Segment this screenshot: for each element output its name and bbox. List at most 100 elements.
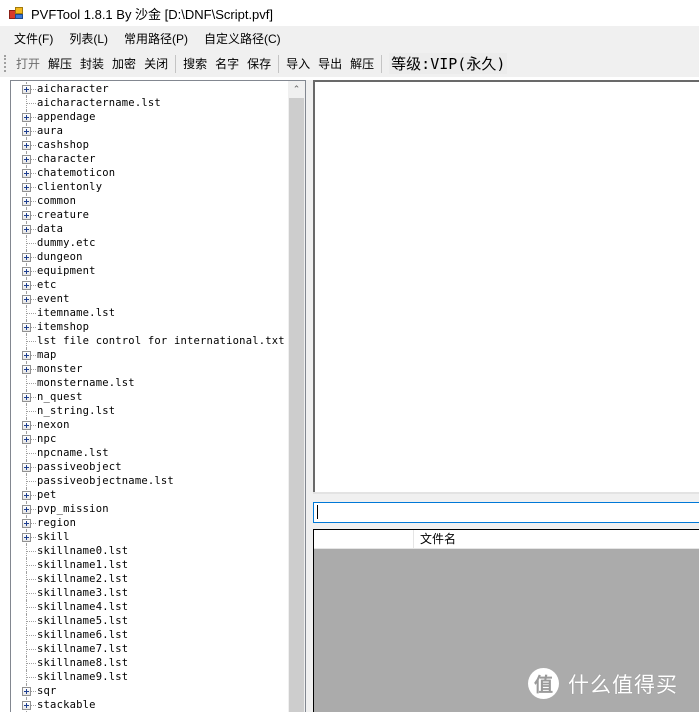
tree-item[interactable]: aicharacter — [11, 82, 289, 96]
tree-item[interactable]: dummy.etc — [11, 236, 289, 250]
tree-item[interactable]: pvp_mission — [11, 502, 289, 516]
close-button[interactable]: 关闭 — [140, 53, 172, 74]
import-button[interactable]: 导入 — [282, 53, 314, 74]
tree-item[interactable]: skillname2.lst — [11, 572, 289, 586]
open-button[interactable]: 打开 — [12, 53, 44, 74]
expand-plus-icon[interactable] — [22, 169, 31, 178]
tree-item[interactable]: sqr — [11, 684, 289, 698]
tree-item[interactable]: monstername.lst — [11, 376, 289, 390]
tree-item[interactable]: common — [11, 194, 289, 208]
pack-button[interactable]: 封装 — [76, 53, 108, 74]
tree-item[interactable]: stackable — [11, 698, 289, 712]
expand-plus-icon[interactable] — [22, 225, 31, 234]
tree-item[interactable]: event — [11, 292, 289, 306]
tree-item[interactable]: skill — [11, 530, 289, 544]
expand-plus-icon[interactable] — [22, 435, 31, 444]
tree-item-label: skillname2.lst — [37, 573, 129, 585]
expand-plus-icon[interactable] — [22, 281, 31, 290]
tree-item[interactable]: lst file control for international.txt — [11, 334, 289, 348]
search-input[interactable] — [313, 502, 699, 523]
tree-item[interactable]: passiveobject — [11, 460, 289, 474]
tree-item[interactable]: npcname.lst — [11, 446, 289, 460]
column-header-filename[interactable]: 文件名 — [414, 530, 699, 549]
tree-item[interactable]: skillname3.lst — [11, 586, 289, 600]
tree-item[interactable]: itemshop — [11, 320, 289, 334]
tree-item[interactable]: skillname0.lst — [11, 544, 289, 558]
extract-button[interactable]: 解压 — [346, 53, 378, 74]
expand-plus-icon[interactable] — [22, 267, 31, 276]
expand-plus-icon[interactable] — [22, 365, 31, 374]
expand-plus-icon[interactable] — [22, 295, 31, 304]
tree-item[interactable]: monster — [11, 362, 289, 376]
tree-item[interactable]: skillname6.lst — [11, 628, 289, 642]
menu-list[interactable]: 列表(L) — [61, 27, 116, 50]
tree-item[interactable]: aicharactername.lst — [11, 96, 289, 110]
tree-item[interactable]: skillname1.lst — [11, 558, 289, 572]
menu-common-paths[interactable]: 常用路径(P) — [116, 27, 196, 50]
expand-plus-icon[interactable] — [22, 253, 31, 262]
tree-item[interactable]: skillname4.lst — [11, 600, 289, 614]
name-button[interactable]: 名字 — [211, 53, 243, 74]
expand-plus-icon[interactable] — [22, 323, 31, 332]
file-tree[interactable]: aicharacter aicharactername.lst appendage a… — [10, 80, 306, 712]
tree-item-label: n_string.lst — [37, 405, 116, 417]
tree-item[interactable]: n_quest — [11, 390, 289, 404]
tree-item[interactable]: dungeon — [11, 250, 289, 264]
scroll-thumb[interactable] — [289, 98, 304, 712]
expand-plus-icon[interactable] — [22, 421, 31, 430]
menu-file[interactable]: 文件(F) — [6, 27, 61, 50]
expand-plus-icon[interactable] — [22, 701, 31, 710]
save-button[interactable]: 保存 — [243, 53, 275, 74]
expand-plus-icon[interactable] — [22, 351, 31, 360]
tree-connector-line — [27, 635, 36, 636]
tree-item[interactable]: creature — [11, 208, 289, 222]
expand-plus-icon[interactable] — [22, 533, 31, 542]
tree-item[interactable]: npc — [11, 432, 289, 446]
file-list[interactable]: 文件名 — [313, 529, 699, 712]
tree-item[interactable]: map — [11, 348, 289, 362]
search-button[interactable]: 搜索 — [179, 53, 211, 74]
expand-plus-icon[interactable] — [22, 141, 31, 150]
tree-item[interactable]: region — [11, 516, 289, 530]
tree-item[interactable]: skillname8.lst — [11, 656, 289, 670]
tree-item[interactable]: clientonly — [11, 180, 289, 194]
menu-custom-paths[interactable]: 自定义路径(C) — [196, 27, 289, 50]
tree-scrollbar[interactable]: ⌃ — [288, 81, 305, 712]
scroll-up-icon[interactable]: ⌃ — [288, 81, 305, 98]
tree-item[interactable]: appendage — [11, 110, 289, 124]
expand-plus-icon[interactable] — [22, 393, 31, 402]
toolbar-grip[interactable] — [4, 55, 7, 72]
tree-item[interactable]: skillname5.lst — [11, 614, 289, 628]
tree-item[interactable]: etc — [11, 278, 289, 292]
expand-plus-icon[interactable] — [22, 155, 31, 164]
expand-plus-icon[interactable] — [22, 85, 31, 94]
tree-item[interactable]: nexon — [11, 418, 289, 432]
tree-item[interactable]: pet — [11, 488, 289, 502]
tree-item[interactable]: data — [11, 222, 289, 236]
tree-item[interactable]: character — [11, 152, 289, 166]
expand-plus-icon[interactable] — [22, 113, 31, 122]
column-header-blank[interactable] — [314, 530, 414, 549]
expand-plus-icon[interactable] — [22, 211, 31, 220]
expand-plus-icon[interactable] — [22, 519, 31, 528]
expand-plus-icon[interactable] — [22, 127, 31, 136]
tree-item[interactable]: passiveobjectname.lst — [11, 474, 289, 488]
tree-item[interactable]: n_string.lst — [11, 404, 289, 418]
content-editor[interactable] — [313, 80, 699, 493]
tree-item[interactable]: equipment — [11, 264, 289, 278]
unpack-button[interactable]: 解压 — [44, 53, 76, 74]
expand-plus-icon[interactable] — [22, 197, 31, 206]
tree-item[interactable]: chatemoticon — [11, 166, 289, 180]
tree-item[interactable]: cashshop — [11, 138, 289, 152]
tree-item[interactable]: itemname.lst — [11, 306, 289, 320]
expand-plus-icon[interactable] — [22, 463, 31, 472]
expand-plus-icon[interactable] — [22, 491, 31, 500]
encrypt-button[interactable]: 加密 — [108, 53, 140, 74]
expand-plus-icon[interactable] — [22, 505, 31, 514]
expand-plus-icon[interactable] — [22, 687, 31, 696]
tree-item[interactable]: aura — [11, 124, 289, 138]
tree-item[interactable]: skillname7.lst — [11, 642, 289, 656]
expand-plus-icon[interactable] — [22, 183, 31, 192]
export-button[interactable]: 导出 — [314, 53, 346, 74]
tree-item[interactable]: skillname9.lst — [11, 670, 289, 684]
